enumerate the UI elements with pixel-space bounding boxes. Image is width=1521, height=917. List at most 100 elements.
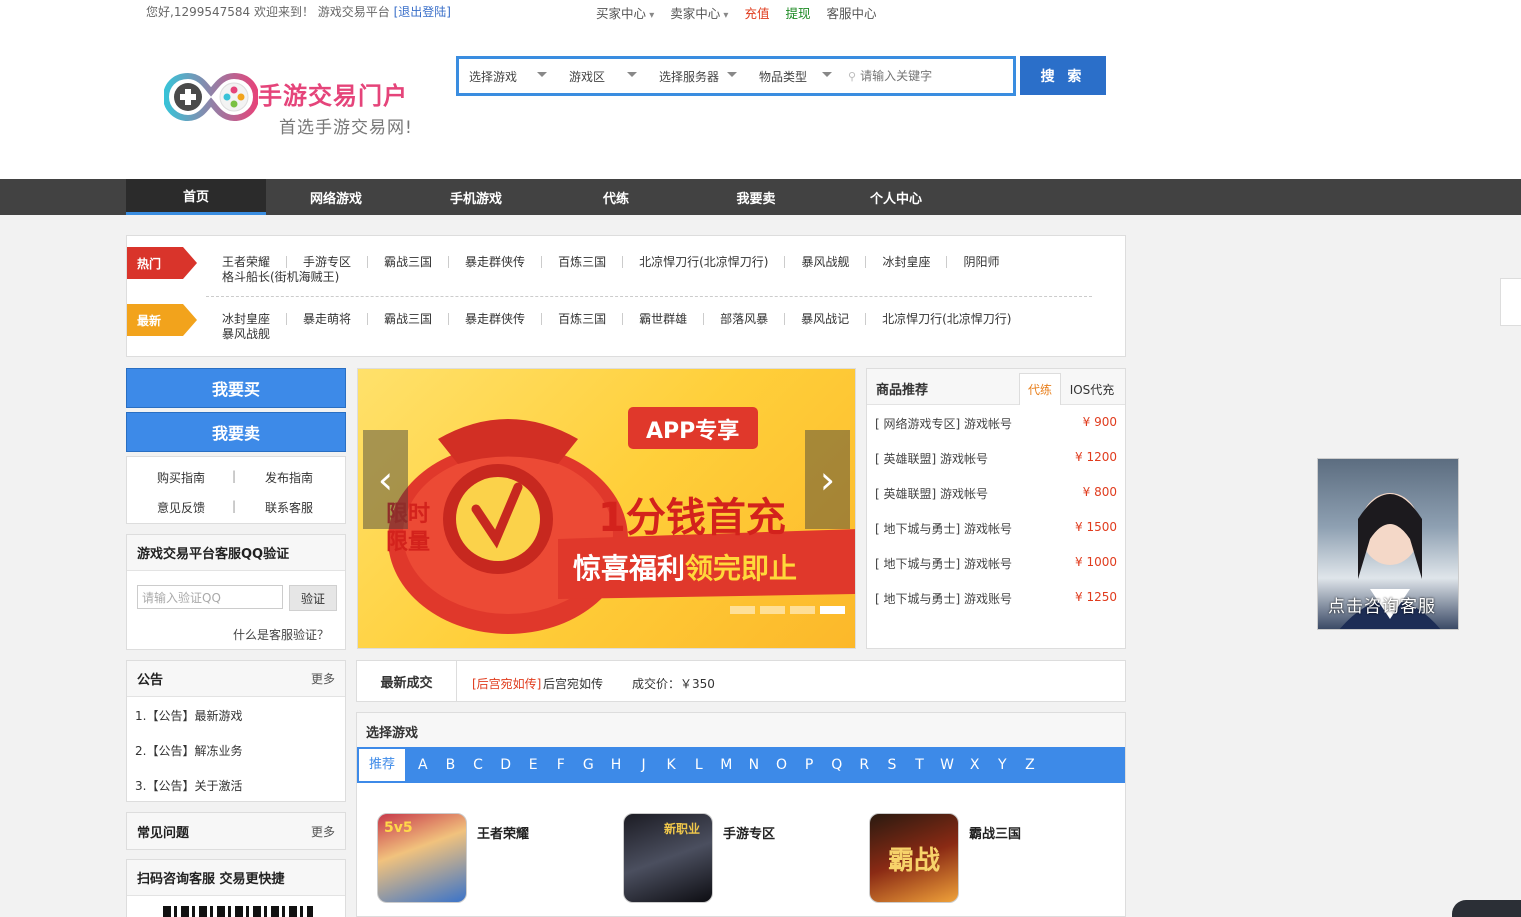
nav-home[interactable]: 首页: [126, 179, 266, 215]
letter-tab[interactable]: J: [630, 757, 658, 773]
new-game-item[interactable]: 暴风战舰: [222, 325, 270, 342]
new-game-item[interactable]: 冰封皇座: [222, 313, 286, 325]
search-button[interactable]: 搜 索: [1020, 56, 1106, 95]
zone-select[interactable]: 游戏区: [559, 68, 649, 85]
server-select[interactable]: 选择服务器: [649, 68, 749, 85]
letter-tab-recommend[interactable]: 推荐: [359, 749, 405, 781]
new-game-item[interactable]: 百炼三国: [541, 313, 622, 325]
hot-game-item[interactable]: 王者荣耀: [222, 256, 286, 268]
service-center-link[interactable]: 客服中心: [826, 3, 876, 22]
new-game-item[interactable]: 部落风暴: [703, 313, 784, 325]
nav-personal-center[interactable]: 个人中心: [826, 179, 966, 215]
post-guide-link[interactable]: 发布指南: [265, 469, 313, 486]
buyer-center-link[interactable]: 买家中心: [596, 3, 654, 22]
letter-tab[interactable]: L: [685, 757, 713, 773]
hot-game-item[interactable]: 阴阳师: [946, 256, 1015, 268]
recommend-item[interactable]: [ 网络游戏专区] 游戏帐号 ¥ 900: [875, 415, 1117, 432]
notice-item[interactable]: 1.【公告】最新游戏: [135, 707, 242, 724]
letter-tab[interactable]: P: [795, 757, 823, 773]
new-game-item[interactable]: 暴走萌将: [286, 313, 367, 325]
logout-link[interactable]: [退出登陆]: [394, 5, 451, 19]
banner-dot[interactable]: [730, 606, 755, 614]
verify-button[interactable]: 验证: [289, 585, 337, 611]
banner-dot-active[interactable]: [820, 606, 845, 614]
notice-item[interactable]: 2.【公告】解冻业务: [135, 742, 242, 759]
letter-tab[interactable]: F: [547, 757, 575, 773]
deal-game-tag[interactable]: [后宫宛如传]: [472, 675, 541, 692]
item-type-select[interactable]: 物品类型: [749, 68, 844, 85]
hot-game-item[interactable]: 冰封皇座: [865, 256, 946, 268]
tab-ios-recharge[interactable]: IOS代充: [1065, 373, 1119, 405]
buy-button[interactable]: 我要买: [126, 368, 346, 408]
recommend-item[interactable]: [ 地下城与勇士] 游戏账号 ¥ 1250: [875, 590, 1117, 607]
banner-next-arrow[interactable]: ›: [805, 430, 850, 529]
game-card[interactable]: 霸战 霸战三国: [869, 813, 1021, 903]
letter-tab[interactable]: D: [492, 757, 520, 773]
tab-boosting[interactable]: 代练: [1019, 373, 1061, 405]
letter-tab[interactable]: Q: [823, 757, 851, 773]
letter-tab[interactable]: R: [851, 757, 879, 773]
banner-dot[interactable]: [760, 606, 785, 614]
seller-center-link[interactable]: 卖家中心: [670, 3, 728, 22]
buy-guide-link[interactable]: 购买指南: [157, 469, 205, 486]
side-float-tab[interactable]: [1500, 278, 1521, 326]
hot-game-item[interactable]: 霸战三国: [367, 256, 448, 268]
nav-online-games[interactable]: 网络游戏: [266, 179, 406, 215]
new-game-item[interactable]: 霸战三国: [367, 313, 448, 325]
sell-button[interactable]: 我要卖: [126, 412, 346, 452]
letter-tab[interactable]: T: [906, 757, 934, 773]
promo-banner[interactable]: APP专享 1分钱首充 惊喜福利领完即止 限时 限量 ‹ ›: [357, 368, 856, 649]
contact-service-link[interactable]: 联系客服: [265, 499, 313, 516]
hot-game-item[interactable]: 北凉悍刀行(北凉悍刀行): [622, 256, 784, 268]
recommend-item[interactable]: [ 地下城与勇士] 游戏帐号 ¥ 1000: [875, 555, 1117, 572]
nav-sell[interactable]: 我要卖: [686, 179, 826, 215]
game-card[interactable]: 5v5 王者荣耀: [377, 813, 529, 903]
letter-tab[interactable]: S: [878, 757, 906, 773]
nav-boosting[interactable]: 代练: [546, 179, 686, 215]
hot-game-item[interactable]: 暴走群侠传: [448, 256, 541, 268]
qq-input[interactable]: 请输入验证QQ: [137, 585, 283, 609]
deal-game-name[interactable]: 后宫宛如传: [543, 675, 603, 692]
search-input[interactable]: [856, 69, 1013, 83]
letter-tab[interactable]: M: [713, 757, 741, 773]
feedback-link[interactable]: 意见反馈: [157, 499, 205, 516]
letter-tab[interactable]: Z: [1016, 757, 1044, 773]
hot-game-item[interactable]: 暴风战舰: [784, 256, 865, 268]
hot-game-item[interactable]: 手游专区: [286, 256, 367, 268]
notice-more-link[interactable]: 更多: [311, 670, 335, 687]
verify-help-link[interactable]: 什么是客服验证？: [233, 626, 329, 643]
letter-tab[interactable]: C: [464, 757, 492, 773]
notice-item[interactable]: 3.【公告】关于激活: [135, 777, 242, 794]
hot-game-item[interactable]: 格斗船长(街机海贼王): [222, 268, 339, 285]
letter-tab[interactable]: W: [933, 757, 961, 773]
letter-tab[interactable]: O: [768, 757, 796, 773]
recommend-item[interactable]: [ 英雄联盟] 游戏帐号 ¥ 1200: [875, 450, 1117, 467]
letter-tab[interactable]: X: [961, 757, 989, 773]
banner-dot[interactable]: [790, 606, 815, 614]
letter-tab[interactable]: E: [519, 757, 547, 773]
letter-tab[interactable]: A: [409, 757, 437, 773]
recharge-link[interactable]: 充值: [744, 3, 769, 22]
withdraw-link[interactable]: 提现: [785, 3, 810, 22]
hot-game-item[interactable]: 百炼三国: [541, 256, 622, 268]
letter-tab[interactable]: Y: [988, 757, 1016, 773]
letter-tab[interactable]: B: [437, 757, 465, 773]
nav-mobile-games[interactable]: 手机游戏: [406, 179, 546, 215]
letter-tab[interactable]: H: [602, 757, 630, 773]
recommend-item[interactable]: [ 英雄联盟] 游戏帐号 ¥ 800: [875, 485, 1117, 502]
faq-more-link[interactable]: 更多: [311, 823, 335, 840]
game-select[interactable]: 选择游戏: [459, 68, 559, 85]
customer-service-float[interactable]: 点击咨询客服: [1317, 458, 1459, 630]
recommend-item[interactable]: [ 地下城与勇士] 游戏帐号 ¥ 1500: [875, 520, 1117, 537]
new-game-item[interactable]: 暴风战记: [784, 313, 865, 325]
banner-prev-arrow[interactable]: ‹: [363, 430, 408, 529]
gamepad-logo-icon[interactable]: [164, 72, 258, 122]
game-card[interactable]: 新职业 手游专区: [623, 813, 775, 903]
new-game-item[interactable]: 暴走群侠传: [448, 313, 541, 325]
letter-tab[interactable]: G: [575, 757, 603, 773]
letter-tab[interactable]: N: [740, 757, 768, 773]
new-game-item[interactable]: 霸世群雄: [622, 313, 703, 325]
new-game-item[interactable]: 北凉悍刀行(北凉悍刀行): [865, 313, 1027, 325]
divider: [206, 296, 1092, 297]
letter-tab[interactable]: K: [657, 757, 685, 773]
